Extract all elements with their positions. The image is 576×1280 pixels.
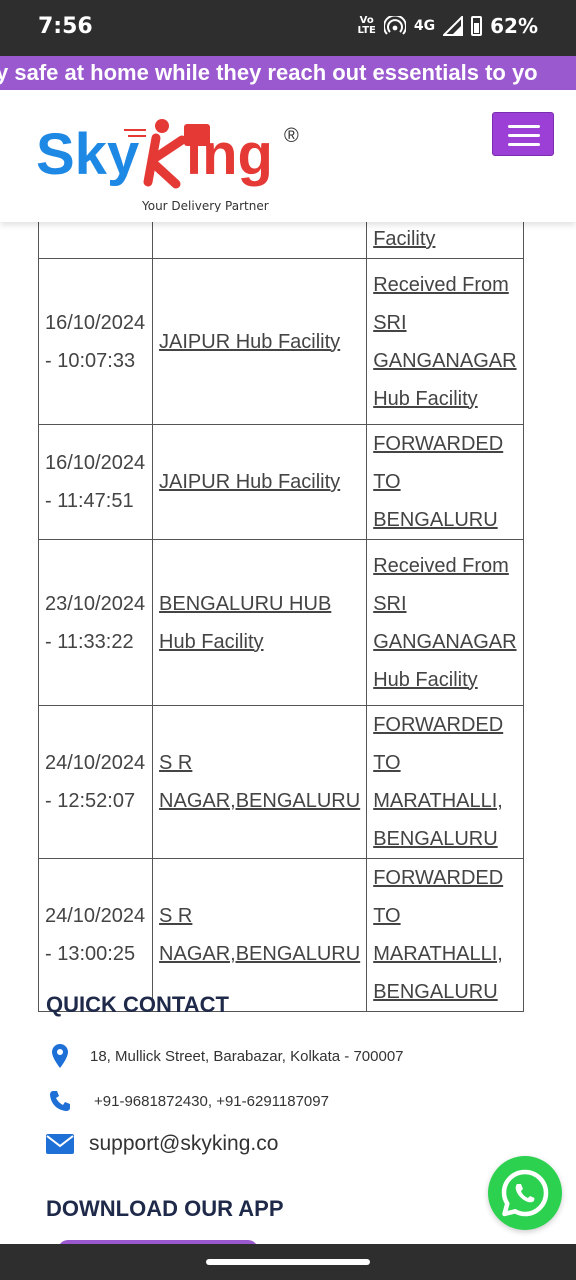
phone-text[interactable]: +91-9681872430, +91-6291187097 (94, 1093, 329, 1110)
table-row: 24/10/2024- 12:52:07 S R NAGAR,BENGALURU … (37, 705, 524, 859)
location-link[interactable]: S R NAGAR,BENGALURU (159, 897, 360, 973)
svg-text:ing: ing (186, 122, 273, 187)
hotspot-icon (383, 16, 406, 35)
status-cell: Received From SRI GANGANAGAR Hub Facility (366, 258, 524, 425)
map-pin-icon (46, 1044, 74, 1068)
date-cell: 16/10/2024- 11:47:51 (37, 424, 154, 540)
signal-icon (443, 16, 464, 36)
location-cell: JAIPUR Hub Facility (152, 424, 368, 540)
site-header: Sky ing ® Your Delivery Partner (0, 90, 576, 222)
ticker-text: y safe at home while they reach out esse… (0, 60, 538, 85)
status-time: 7:56 (38, 14, 93, 39)
status-cell: FORWARDED TO BENGALURU (366, 424, 524, 540)
location-link[interactable]: S R NAGAR,BENGALURU (159, 744, 360, 820)
location-link[interactable]: JAIPUR Hub Facility (159, 331, 340, 353)
address-row: 18, Mullick Street, Barabazar, Kolkata -… (46, 1044, 404, 1068)
home-gesture-handle[interactable] (206, 1259, 370, 1265)
table-row: 24/10/2024- 13:00:25 S R NAGAR,BENGALURU … (37, 858, 524, 1012)
network-type: 4G (413, 18, 436, 34)
volte-indicator: Vo LTE (357, 15, 376, 36)
email-row: support@skyking.co (46, 1132, 278, 1156)
date-cell: 24/10/2024- 13:00:25 (37, 858, 154, 1012)
status-link[interactable]: Received From SRI GANGANAGAR Hub Facility (373, 266, 517, 418)
location-link[interactable]: JAIPUR Hub Facility (159, 471, 340, 493)
status-link[interactable]: Received From SRI GANGANAGAR Hub Facility (373, 547, 517, 699)
phone-icon (46, 1090, 74, 1112)
date-cell: 16/10/2024- 10:07:33 (37, 258, 154, 425)
status-link[interactable]: Facility (373, 228, 435, 250)
table-row: 16/10/2024- 11:47:51 JAIPUR Hub Facility… (37, 424, 524, 540)
location-cell: S R NAGAR,BENGALURU (152, 705, 368, 859)
table-row: 23/10/2024- 11:33:22 BENGALURU HUB Hub Fa… (37, 539, 524, 706)
address-text: 18, Mullick Street, Barabazar, Kolkata -… (90, 1047, 404, 1065)
status-cell: FORWARDED TO MARATHALLI, BENGALURU (366, 705, 524, 859)
status-link[interactable]: FORWARDED TO BENGALURU (373, 425, 517, 539)
date-cell: 24/10/2024- 12:52:07 (37, 705, 154, 859)
marquee-ticker: y safe at home while they reach out esse… (0, 56, 576, 90)
date-cell: 23/10/2024- 11:33:22 (37, 539, 154, 706)
quick-contact-title: QUICK CONTACT (46, 992, 229, 1017)
quick-contact-section: QUICK CONTACT 18, Mullick Street, Baraba… (46, 992, 546, 1155)
location-cell: JAIPUR Hub Facility (152, 258, 368, 425)
svg-text:®: ® (284, 125, 299, 147)
svg-text:Your Delivery Partner: Your Delivery Partner (141, 199, 269, 212)
tracking-table: Facility 16/10/2024- 10:07:33 JAIPUR Hub… (37, 162, 524, 1012)
email-link[interactable]: support@skyking.co (89, 1132, 278, 1156)
status-link[interactable]: FORWARDED TO MARATHALLI, BENGALURU (373, 706, 517, 858)
status-icons: Vo LTE 4G 62% (358, 14, 538, 38)
whatsapp-button[interactable] (488, 1156, 562, 1230)
phone-row: +91-9681872430, +91-6291187097 (46, 1090, 329, 1112)
menu-button[interactable] (492, 112, 554, 156)
location-cell: S R NAGAR,BENGALURU (152, 858, 368, 1012)
battery-icon (471, 16, 483, 36)
status-cell: Received From SRI GANGANAGAR Hub Facility (366, 539, 524, 706)
svg-text:Sky: Sky (36, 122, 139, 187)
table-row: 16/10/2024- 10:07:33 JAIPUR Hub Facility… (37, 258, 524, 425)
status-bar: 7:56 Vo LTE 4G 62% (0, 0, 576, 56)
system-navigation-bar (0, 1244, 576, 1280)
download-app-title: DOWNLOAD OUR APP (46, 1196, 284, 1221)
envelope-icon (46, 1134, 74, 1154)
location-link[interactable]: BENGALURU HUB Hub Facility (159, 585, 360, 661)
skyking-logo[interactable]: Sky ing ® Your Delivery Partner (36, 112, 316, 212)
status-link[interactable]: FORWARDED TO MARATHALLI, BENGALURU (373, 859, 517, 1011)
whatsapp-icon (501, 1169, 549, 1217)
battery-level: 62% (490, 14, 538, 38)
status-cell: FORWARDED TO MARATHALLI, BENGALURU (366, 858, 524, 1012)
location-cell: BENGALURU HUB Hub Facility (152, 539, 368, 706)
